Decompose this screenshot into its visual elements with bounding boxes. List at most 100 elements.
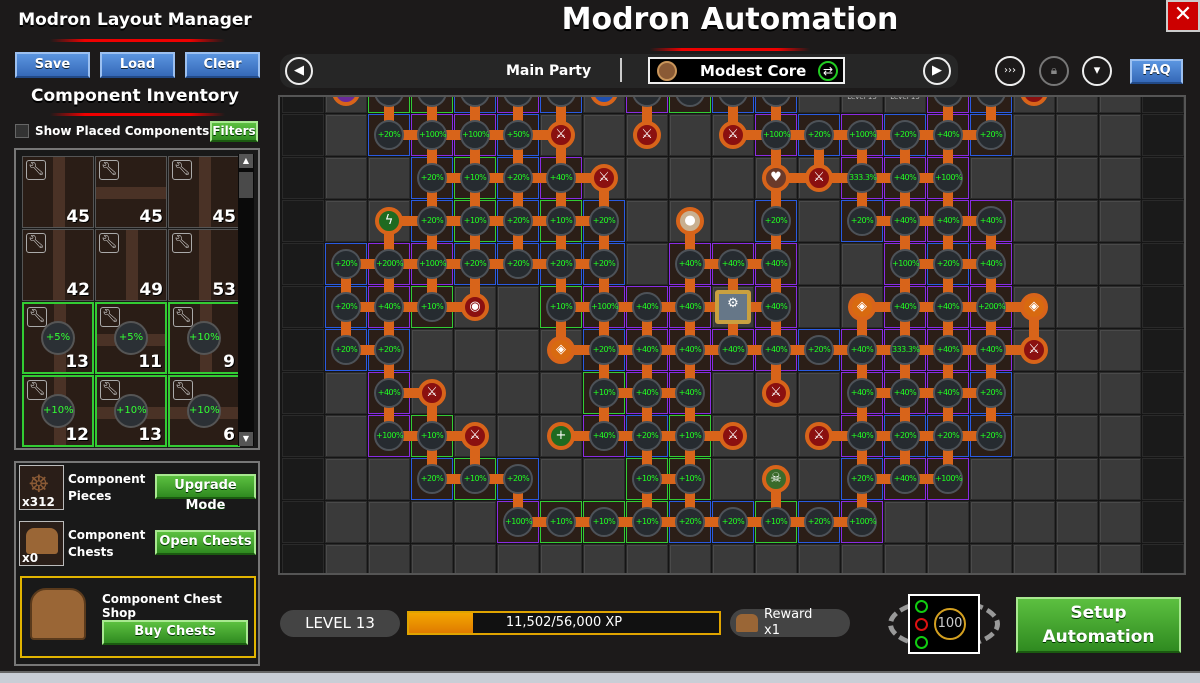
booster-node[interactable]: +40% <box>847 421 877 451</box>
booster-node[interactable]: +100% <box>847 120 877 150</box>
inventory-item-pipe-corner[interactable]: 🔧︎ 49 <box>95 229 167 301</box>
booster-node[interactable]: +20% <box>761 206 791 236</box>
board-cell[interactable] <box>540 544 582 573</box>
board-cell[interactable] <box>497 544 539 573</box>
booster-node[interactable]: +40% <box>976 249 1006 279</box>
booster-node[interactable]: +50% <box>503 120 533 150</box>
plus-icon[interactable]: + <box>547 422 575 450</box>
booster-node[interactable]: +40% <box>890 292 920 322</box>
booster-node[interactable]: +20% <box>847 206 877 236</box>
booster-node[interactable]: +40% <box>632 335 662 365</box>
booster-node[interactable]: +40% <box>933 292 963 322</box>
booster-node[interactable]: +40% <box>546 163 576 193</box>
inventory-item-pipe-corner[interactable]: 🔧︎ 42 <box>22 229 94 301</box>
booster-node[interactable]: +40% <box>890 378 920 408</box>
board-cell[interactable] <box>798 243 840 285</box>
board-cell[interactable] <box>1099 157 1141 199</box>
show-placed-checkbox[interactable] <box>15 124 29 138</box>
booster-node[interactable]: +10% <box>417 292 447 322</box>
board-cell[interactable] <box>1013 501 1055 543</box>
booster-node[interactable]: +20% <box>417 163 447 193</box>
heart-icon[interactable]: ♥ <box>762 164 790 192</box>
board-cell[interactable] <box>755 415 797 457</box>
booster-node[interactable]: +10% <box>632 464 662 494</box>
booster-node[interactable]: +10% <box>417 421 447 451</box>
booster-node[interactable]: +100% <box>589 292 619 322</box>
board-cell[interactable] <box>1056 200 1098 242</box>
board-cell[interactable] <box>282 243 324 285</box>
board-cell[interactable] <box>798 200 840 242</box>
booster-node[interactable]: +20% <box>589 206 619 236</box>
board-cell[interactable] <box>1056 329 1098 371</box>
booster-node[interactable]: +10% <box>546 292 576 322</box>
booster-node[interactable]: +100% <box>890 249 920 279</box>
booster-node[interactable]: +40% <box>374 292 404 322</box>
booster-node[interactable]: +40% <box>632 378 662 408</box>
booster-node[interactable]: +20% <box>417 464 447 494</box>
board-cell[interactable] <box>411 501 453 543</box>
booster-node[interactable]: +40% <box>933 378 963 408</box>
inventory-item-booster-left[interactable]: 🔧︎ +10% 13 <box>95 375 167 447</box>
board-cell[interactable] <box>927 501 969 543</box>
booster-node[interactable]: +20% <box>546 249 576 279</box>
board-cell[interactable] <box>454 372 496 414</box>
board-cell[interactable] <box>712 200 754 242</box>
board-cell[interactable] <box>712 458 754 500</box>
board-cell[interactable] <box>1099 544 1141 573</box>
booster-node[interactable]: +20% <box>804 507 834 537</box>
board-cell[interactable] <box>798 97 840 113</box>
gem-icon[interactable]: ◈ <box>1020 293 1048 321</box>
board-cell[interactable] <box>325 458 367 500</box>
booster-node[interactable]: +40% <box>890 163 920 193</box>
inventory-item-pipe-corner[interactable]: 🔧︎ 45 <box>168 156 240 228</box>
board-cell[interactable] <box>325 544 367 573</box>
booster-node[interactable]: +20% <box>890 421 920 451</box>
arrow-left-icon[interactable]: ◀ <box>285 57 313 85</box>
booster-node[interactable]: +20% <box>589 249 619 279</box>
board-cell[interactable] <box>1056 286 1098 328</box>
booster-node[interactable]: +10% <box>546 507 576 537</box>
speed-widget[interactable]: 100 <box>908 594 980 654</box>
inventory-item-pipe-corner[interactable]: 🔧︎ 53 <box>168 229 240 301</box>
board-cell[interactable] <box>1013 372 1055 414</box>
booster-node[interactable]: +40% <box>976 206 1006 236</box>
board-cell[interactable] <box>1099 243 1141 285</box>
board-cell[interactable] <box>1056 501 1098 543</box>
sword-icon[interactable]: ⚔ <box>1020 336 1048 364</box>
board-cell[interactable] <box>1056 243 1098 285</box>
board-cell[interactable] <box>1142 200 1184 242</box>
booster-node[interactable]: +100% <box>460 120 490 150</box>
board-cell[interactable] <box>454 544 496 573</box>
board-cell[interactable] <box>583 458 625 500</box>
sword-icon[interactable]: ⚔ <box>719 121 747 149</box>
booster-node[interactable]: +20% <box>976 120 1006 150</box>
sword-icon[interactable]: ⚔ <box>762 379 790 407</box>
sword-icon[interactable]: ⚔ <box>590 164 618 192</box>
board-cell[interactable] <box>282 114 324 156</box>
board-cell[interactable] <box>884 501 926 543</box>
board-cell[interactable] <box>970 458 1012 500</box>
board-cell[interactable] <box>368 458 410 500</box>
board-cell[interactable] <box>368 501 410 543</box>
open-chests-button[interactable]: Open Chests <box>155 530 256 555</box>
booster-node[interactable]: +20% <box>331 335 361 365</box>
board-cell[interactable] <box>368 157 410 199</box>
booster-node[interactable]: +100% <box>417 249 447 279</box>
board-cell[interactable] <box>325 157 367 199</box>
booster-node[interactable]: +40% <box>847 378 877 408</box>
board-cell[interactable] <box>626 157 668 199</box>
board-cell[interactable] <box>282 157 324 199</box>
board-cell[interactable] <box>1099 114 1141 156</box>
board-cell[interactable] <box>1099 200 1141 242</box>
booster-node[interactable]: +10% <box>460 206 490 236</box>
scroll-up-icon[interactable]: ▲ <box>239 154 253 168</box>
board-cell[interactable] <box>712 157 754 199</box>
board-cell[interactable] <box>1099 415 1141 457</box>
board-cell[interactable] <box>325 501 367 543</box>
core-input-icon[interactable]: ● <box>676 207 704 235</box>
booster-node[interactable]: +20% <box>933 249 963 279</box>
board-cell[interactable] <box>798 286 840 328</box>
booster-node[interactable]: +40% <box>847 335 877 365</box>
board-cell[interactable] <box>1013 458 1055 500</box>
board-cell[interactable] <box>1056 544 1098 573</box>
